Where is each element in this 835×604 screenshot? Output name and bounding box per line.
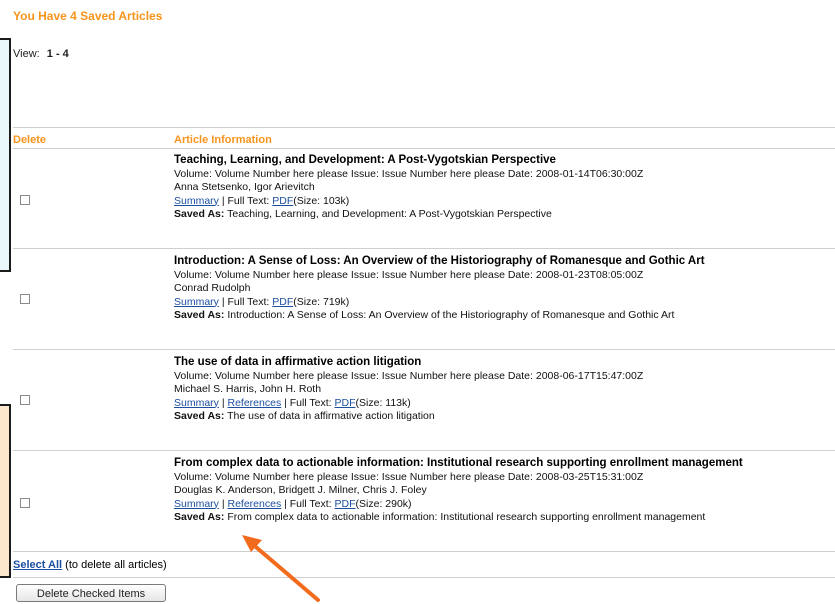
article-authors: Douglas K. Anderson, Bridgett J. Milner,… (174, 484, 427, 496)
table-row: Introduction: A Sense of Loss: An Overvi… (13, 249, 835, 350)
saved-as-value: From complex data to actionable informat… (227, 511, 706, 523)
references-link[interactable]: References (228, 498, 282, 510)
delete-checked-items-button[interactable]: Delete Checked Items (16, 584, 166, 602)
article-meta: Volume: Volume Number here please Issue:… (174, 167, 644, 180)
pdf-link[interactable]: PDF (335, 397, 356, 409)
view-range-value: 1 - 4 (46, 48, 69, 60)
table-row: From complex data to actionable informat… (13, 451, 835, 552)
delete-checkbox[interactable] (20, 294, 30, 304)
summary-link[interactable]: Summary (174, 296, 219, 308)
saved-as: Saved As: The use of data in affirmative… (174, 410, 643, 424)
table-row: The use of data in affirmative action li… (13, 350, 835, 451)
select-all-note: (to delete all articles) (62, 559, 167, 571)
pdf-link[interactable]: PDF (335, 498, 356, 510)
fulltext-label: | Full Text: (284, 497, 332, 510)
saved-as-label: Saved As: (174, 309, 225, 321)
article-info: Introduction: A Sense of Loss: An Overvi… (174, 255, 705, 323)
summary-link[interactable]: Summary (174, 397, 219, 409)
file-size: (Size: 719k) (293, 295, 350, 308)
left-panel-bracket-orange (0, 404, 11, 578)
article-title: Teaching, Learning, and Development: A P… (174, 154, 556, 166)
file-size: (Size: 113k) (355, 396, 411, 409)
fulltext-label: | Full Text: (221, 194, 270, 207)
article-links: Summary | References | Full Text: PDF(Si… (174, 396, 411, 409)
saved-as: Saved As: Teaching, Learning, and Develo… (174, 208, 643, 222)
article-title: The use of data in affirmative action li… (174, 356, 422, 368)
saved-as-value: The use of data in affirmative action li… (227, 410, 435, 422)
article-links: Summary | Full Text: PDF(Size: 103k) (174, 195, 643, 209)
delete-checkbox[interactable] (20, 395, 30, 405)
select-all-link[interactable]: Select All (13, 559, 62, 571)
article-meta: Volume: Volume Number here please Issue:… (174, 369, 644, 382)
references-link[interactable]: References (228, 397, 282, 409)
select-all: Select All (to delete all articles) (13, 559, 167, 571)
saved-as-value: Introduction: A Sense of Loss: An Overvi… (227, 309, 675, 321)
fulltext-label: | Full Text: (221, 295, 270, 308)
saved-as-label: Saved As: (174, 410, 225, 422)
table-header: Delete Article Information (13, 127, 835, 149)
file-size: (Size: 290k) (355, 497, 412, 510)
article-info: From complex data to actionable informat… (174, 457, 743, 525)
view-range: View: 1 - 4 (13, 48, 69, 60)
saved-as-value: Teaching, Learning, and Development: A P… (227, 208, 552, 220)
left-panel-bracket-blue (0, 38, 11, 272)
delete-checkbox[interactable] (20, 195, 30, 205)
delete-checkbox[interactable] (20, 498, 30, 508)
article-meta: Volume: Volume Number here please Issue:… (174, 470, 644, 483)
view-label: View: (13, 48, 40, 60)
table-row: Teaching, Learning, and Development: A P… (13, 148, 835, 249)
saved-as: Saved As: From complex data to actionabl… (174, 511, 743, 525)
article-info: The use of data in affirmative action li… (174, 356, 643, 424)
saved-as-label: Saved As: (174, 511, 225, 523)
summary-link[interactable]: Summary (174, 498, 219, 510)
article-info: Teaching, Learning, and Development: A P… (174, 154, 643, 222)
article-links: Summary | Full Text: PDF(Size: 719k) (174, 296, 705, 310)
saved-as-label: Saved As: (174, 208, 225, 220)
saved-as: Saved As: Introduction: A Sense of Loss:… (174, 309, 705, 323)
article-links: Summary | References | Full Text: PDF(Si… (174, 497, 412, 510)
pdf-link[interactable]: PDF (272, 296, 293, 308)
summary-link[interactable]: Summary (174, 195, 219, 207)
article-title: From complex data to actionable informat… (174, 457, 743, 469)
article-authors: Michael S. Harris, John H. Roth (174, 383, 322, 395)
fulltext-label: | Full Text: (284, 396, 332, 409)
article-authors: Conrad Rudolph (174, 282, 251, 294)
article-title: Introduction: A Sense of Loss: An Overvi… (174, 255, 705, 267)
file-size: (Size: 103k) (293, 194, 350, 207)
divider (13, 577, 835, 578)
column-header-delete: Delete (13, 134, 47, 146)
article-meta: Volume: Volume Number here please Issue:… (174, 268, 644, 281)
pdf-link[interactable]: PDF (272, 195, 293, 207)
column-header-article-information: Article Information (174, 134, 272, 146)
page-title: You Have 4 Saved Articles (13, 9, 163, 23)
article-authors: Anna Stetsenko, Igor Arievitch (174, 181, 315, 193)
